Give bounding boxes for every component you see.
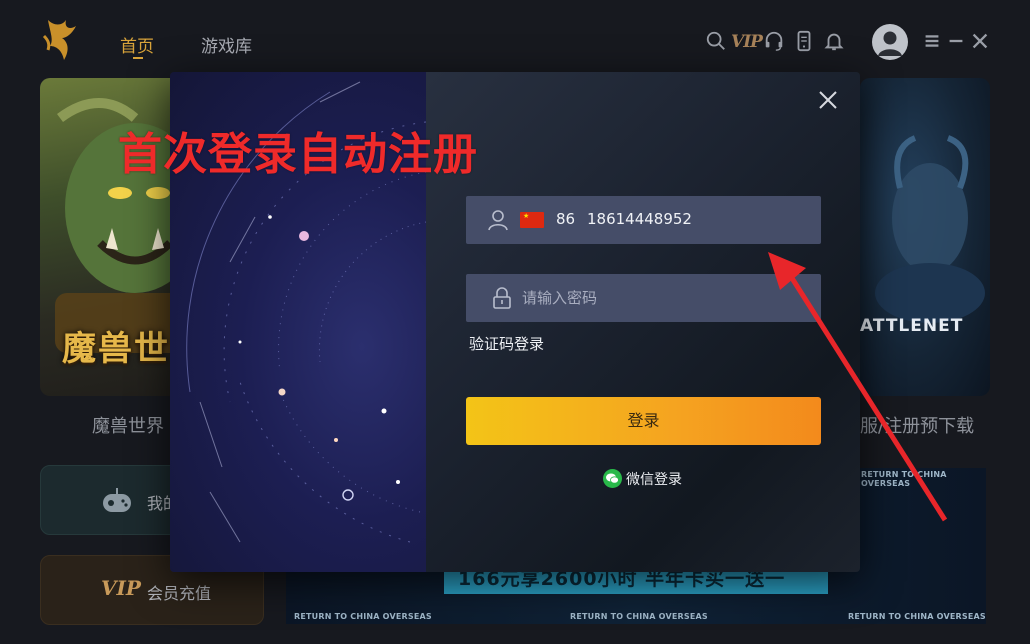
vip-icon[interactable]: VIP — [731, 30, 763, 54]
phone-icon[interactable] — [792, 30, 816, 54]
tab-game-library[interactable]: 游戏库 — [201, 32, 252, 57]
password-field[interactable] — [466, 274, 821, 322]
login-button[interactable]: 登录 — [466, 397, 821, 445]
banner-tag: RETURN TO CHINA OVERSEAS — [861, 470, 947, 488]
user-icon — [488, 210, 508, 231]
close-icon[interactable] — [968, 30, 992, 54]
phone-field[interactable]: ★ 86 18614448952 — [466, 196, 821, 244]
top-bar: 首页 游戏库 VIP — [0, 0, 1030, 78]
modal-form-panel — [426, 72, 860, 572]
banner-tag: RETURN TO CHINA OVERSEAS — [294, 612, 432, 621]
game-caption-wow: 魔兽世界 — [92, 416, 164, 437]
bell-icon[interactable] — [822, 30, 846, 54]
minimize-icon[interactable] — [944, 30, 968, 54]
banner-tag: RETURN TO CHINA OVERSEAS — [848, 612, 986, 621]
phone-number-value[interactable]: 18614448952 — [587, 210, 692, 228]
app-logo[interactable] — [40, 16, 82, 64]
active-tab-indicator — [133, 57, 143, 59]
lock-icon — [493, 287, 511, 309]
wechat-login-label: 微信登录 — [626, 472, 682, 488]
kerrigan-illustration — [875, 135, 985, 323]
vip-badge-icon: VIP — [101, 576, 141, 600]
menu-icon[interactable] — [920, 30, 944, 54]
password-input[interactable] — [522, 274, 812, 322]
headset-icon[interactable] — [762, 30, 786, 54]
avatar[interactable] — [872, 24, 908, 60]
game-caption-battlenet: 服/注册预下载 — [860, 416, 975, 437]
gamepad-icon — [103, 488, 131, 512]
annotation-text: 首次登录自动注册 — [118, 129, 478, 180]
wechat-icon — [603, 469, 622, 488]
modal-close-icon[interactable] — [816, 88, 840, 112]
game-card-battlenet[interactable]: ATTLENET — [860, 78, 990, 396]
vip-recharge-label: 会员充值 — [147, 584, 212, 603]
china-flag-icon[interactable]: ★ — [520, 212, 544, 228]
code-login-link[interactable]: 验证码登录 — [469, 333, 544, 354]
wow-logo-text: 魔兽世 — [62, 329, 170, 369]
tab-home[interactable]: 首页 — [120, 32, 154, 57]
banner-tag: RETURN TO CHINA OVERSEAS — [570, 612, 708, 621]
search-icon[interactable] — [704, 30, 728, 54]
battlenet-logo-text: ATTLENET — [860, 316, 964, 336]
country-code[interactable]: 86 — [556, 210, 575, 228]
